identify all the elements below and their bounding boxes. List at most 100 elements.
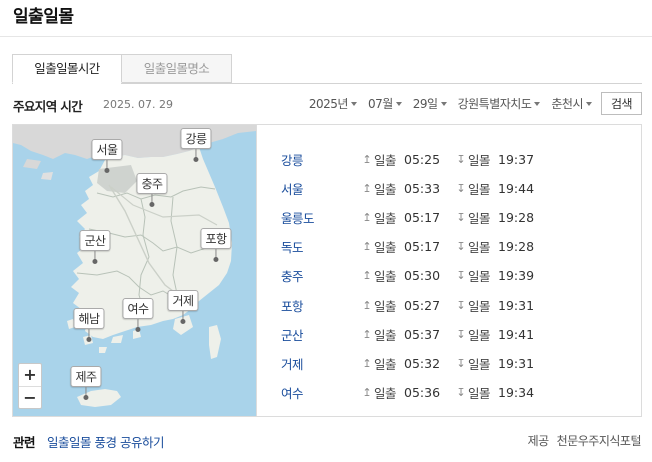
share-scenery-link[interactable]: 일출일몰 풍경 공유하기 xyxy=(47,432,164,451)
caret-down-icon xyxy=(440,101,447,106)
map-label-yeosu: 여수 xyxy=(122,298,154,319)
sunrise-group: ↥ 일출 05:17 xyxy=(362,208,451,227)
month-select[interactable]: 07월 xyxy=(368,95,402,112)
map-pin-pohang[interactable]: 포항 xyxy=(200,228,232,262)
time-row: 군산 ↥ 일출 05:37 ↧ 일몰 19:41 xyxy=(281,320,631,349)
city-name[interactable]: 충주 xyxy=(281,266,362,285)
city-name[interactable]: 포항 xyxy=(281,296,362,315)
provider-link[interactable]: 천문우주지식포털 xyxy=(557,432,642,449)
sunset-group: ↧ 일몰 19:28 xyxy=(456,237,534,256)
sunrise-group: ↥ 일출 05:27 xyxy=(362,296,451,315)
map-pin-geoje[interactable]: 거제 xyxy=(167,290,199,324)
sunset-group: ↧ 일몰 19:37 xyxy=(456,150,534,169)
day-select-value: 29일 xyxy=(412,97,438,111)
map-pin-haenam[interactable]: 해남 xyxy=(73,308,105,342)
sunset-label: 일몰 xyxy=(468,298,491,314)
sunrise-label: 일출 xyxy=(374,182,397,198)
sunset-label: 일몰 xyxy=(468,327,491,343)
province-select[interactable]: 강원특별자치도 xyxy=(458,95,541,112)
sunset-time: 19:31 xyxy=(498,355,535,371)
city-name[interactable]: 서울 xyxy=(281,179,362,198)
caret-down-icon xyxy=(350,101,357,106)
sunset-arrow-icon: ↧ xyxy=(456,269,466,283)
related-section: 관련 일출일몰 풍경 공유하기 xyxy=(13,432,164,451)
sunrise-label: 일출 xyxy=(374,269,397,285)
map-marker-icon xyxy=(104,168,110,173)
sunrise-time: 05:17 xyxy=(404,210,441,226)
map-marker-icon xyxy=(149,202,155,207)
sunrise-group: ↥ 일출 05:36 xyxy=(362,383,451,402)
time-row: 울릉도 ↥ 일출 05:17 ↧ 일몰 19:28 xyxy=(281,203,631,232)
map-label-jeju: 제주 xyxy=(70,366,102,387)
korea-map-graphic xyxy=(13,125,256,407)
sunrise-arrow-icon: ↥ xyxy=(362,153,372,167)
sunrise-arrow-icon: ↥ xyxy=(362,182,372,196)
sunset-arrow-icon: ↧ xyxy=(456,298,466,312)
map-label-gunsan: 군산 xyxy=(79,230,111,251)
sunset-time: 19:44 xyxy=(498,181,535,197)
sunset-arrow-icon: ↧ xyxy=(456,153,466,167)
city-name[interactable]: 강릉 xyxy=(281,150,362,169)
map-pin-chungju[interactable]: 충주 xyxy=(136,173,168,207)
sunrise-arrow-icon: ↥ xyxy=(362,211,372,225)
sunset-label: 일몰 xyxy=(468,385,491,401)
map-divider xyxy=(256,125,257,416)
sunrise-time: 05:32 xyxy=(404,355,441,371)
city-name[interactable]: 군산 xyxy=(281,325,362,344)
map-pin-gunsan[interactable]: 군산 xyxy=(79,230,111,264)
city-name[interactable]: 거제 xyxy=(281,354,362,373)
sunrise-label: 일출 xyxy=(374,327,397,343)
year-select[interactable]: 2025년 xyxy=(309,95,357,112)
sunset-label: 일몰 xyxy=(468,211,491,227)
sunrise-time: 05:30 xyxy=(404,268,441,284)
city-name[interactable]: 여수 xyxy=(281,383,362,402)
caret-down-icon xyxy=(534,101,541,106)
city-name[interactable]: 울릉도 xyxy=(281,208,362,227)
page-title: 일출일몰 xyxy=(13,7,74,27)
sunset-label: 일몰 xyxy=(468,182,491,198)
map-marker-icon xyxy=(193,157,199,162)
sunrise-group: ↥ 일출 05:33 xyxy=(362,179,451,198)
city-select[interactable]: 춘천시 xyxy=(551,95,592,112)
tab-sunrise-sunset-times[interactable]: 일출일몰시간 xyxy=(12,54,122,83)
zoom-out-button[interactable]: − xyxy=(19,387,41,409)
sunset-label: 일몰 xyxy=(468,153,491,169)
month-select-value: 07월 xyxy=(367,97,393,111)
map-label-chungju: 충주 xyxy=(136,173,168,194)
sunrise-label: 일출 xyxy=(374,211,397,227)
map-pin-jeju[interactable]: 제주 xyxy=(70,366,102,400)
time-row: 포항 ↥ 일출 05:27 ↧ 일몰 19:31 xyxy=(281,290,631,319)
sunrise-arrow-icon: ↥ xyxy=(362,327,372,341)
sunrise-label: 일출 xyxy=(374,240,397,256)
search-button[interactable]: 검색 xyxy=(601,92,642,115)
sunrise-time: 05:36 xyxy=(404,384,441,400)
sunset-arrow-icon: ↧ xyxy=(456,356,466,370)
sunset-time: 19:41 xyxy=(498,326,535,342)
city-name[interactable]: 독도 xyxy=(281,237,362,256)
sunset-arrow-icon: ↧ xyxy=(456,240,466,254)
sunset-time: 19:31 xyxy=(498,297,535,313)
sunrise-group: ↥ 일출 05:17 xyxy=(362,237,451,256)
zoom-in-button[interactable]: + xyxy=(19,364,41,386)
sunrise-label: 일출 xyxy=(374,356,397,372)
sunset-time: 19:37 xyxy=(498,152,535,168)
time-row: 서울 ↥ 일출 05:33 ↧ 일몰 19:44 xyxy=(281,174,631,203)
tab-sunrise-sunset-spots[interactable]: 일출일몰명소 xyxy=(122,54,232,83)
map-label-seoul: 서울 xyxy=(91,139,123,160)
sunrise-arrow-icon: ↥ xyxy=(362,269,372,283)
map[interactable]: 서울 강릉 충주 군산 포항 여수 거제 해남 제주 xyxy=(13,125,256,416)
map-pin-seoul[interactable]: 서울 xyxy=(91,139,123,173)
sunrise-arrow-icon: ↥ xyxy=(362,240,372,254)
province-select-value: 강원특별자치도 xyxy=(457,97,532,111)
title-divider xyxy=(0,36,652,37)
map-pin-yeosu[interactable]: 여수 xyxy=(122,298,154,332)
sunset-arrow-icon: ↧ xyxy=(456,385,466,399)
sunset-label: 일몰 xyxy=(468,356,491,372)
sunrise-time: 05:37 xyxy=(404,326,441,342)
sunset-time: 19:28 xyxy=(498,210,535,226)
day-select[interactable]: 29일 xyxy=(413,95,447,112)
sunrise-time: 05:17 xyxy=(404,239,441,255)
sunrise-group: ↥ 일출 05:32 xyxy=(362,354,451,373)
time-row: 여수 ↥ 일출 05:36 ↧ 일몰 19:34 xyxy=(281,378,631,407)
map-pin-gangneung[interactable]: 강릉 xyxy=(180,128,212,162)
